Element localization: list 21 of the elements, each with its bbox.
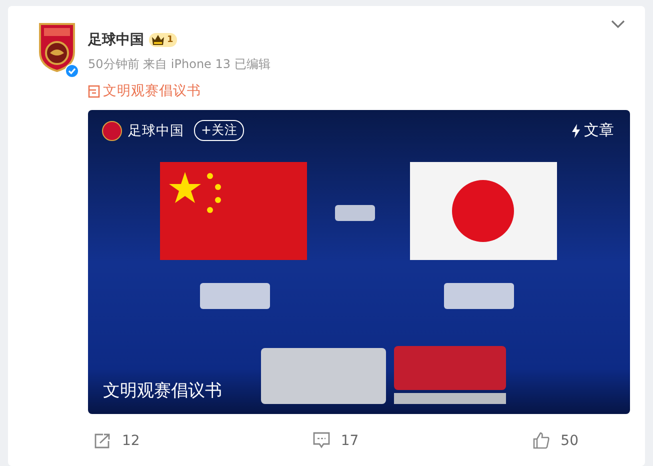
- lightning-icon: [571, 124, 581, 138]
- article-link[interactable]: 文明观赛倡议书: [88, 82, 201, 100]
- author-name[interactable]: 足球中国: [88, 31, 144, 49]
- account-name: 足球中国: [128, 122, 184, 140]
- member-badge: 1: [149, 33, 178, 47]
- chevron-down-icon[interactable]: [611, 20, 625, 29]
- logo-icon: [38, 22, 76, 72]
- follow-button[interactable]: +关注: [194, 120, 244, 141]
- media-caption: 文明观赛倡议书: [103, 380, 222, 402]
- share-button[interactable]: 12: [94, 432, 140, 449]
- comment-icon: [312, 432, 330, 449]
- edited-label[interactable]: 已编辑: [234, 57, 270, 71]
- document-icon: [88, 84, 100, 98]
- crown-icon: [151, 34, 165, 46]
- post-time[interactable]: 50分钟前: [88, 57, 140, 71]
- like-button[interactable]: 50: [532, 432, 578, 449]
- post-source: 来自 iPhone 13: [143, 57, 231, 71]
- comment-button[interactable]: 17: [312, 432, 359, 449]
- thumbs-up-icon: [532, 432, 550, 449]
- share-icon: [94, 432, 111, 448]
- content-type-label: 文章: [584, 121, 614, 140]
